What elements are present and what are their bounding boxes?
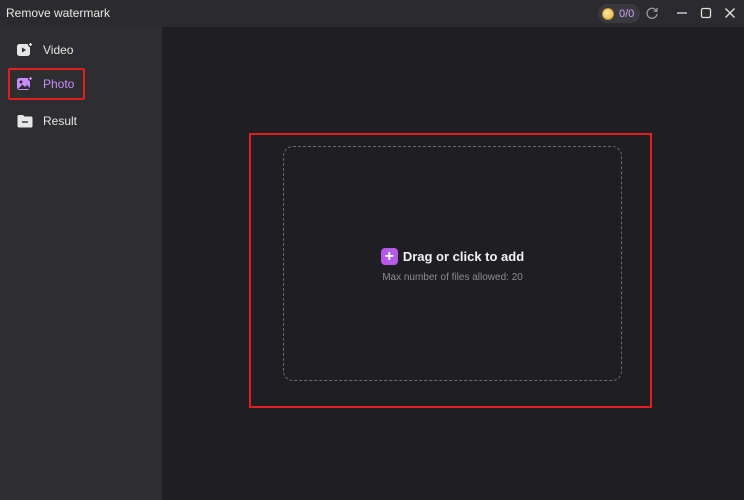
sidebar-item-video[interactable]: Video xyxy=(8,34,85,66)
title-bar: Remove watermark 0/0 xyxy=(0,0,744,27)
credits-badge[interactable]: 0/0 xyxy=(598,4,640,23)
credits-count: 0/0 xyxy=(619,7,635,20)
drop-zone-hint: Max number of files allowed: 20 xyxy=(382,272,523,283)
close-icon[interactable] xyxy=(722,5,738,21)
coin-icon xyxy=(602,7,614,20)
drop-zone-label: Drag or click to add xyxy=(402,249,525,264)
sidebar-item-label: Photo xyxy=(43,77,75,91)
add-files-row[interactable]: + Drag or click to add xyxy=(380,248,525,265)
plus-icon: + xyxy=(380,248,398,265)
drop-zone[interactable]: + Drag or click to add Max number of fil… xyxy=(283,146,622,381)
sidebar-item-photo[interactable]: Photo xyxy=(8,68,85,100)
sidebar-item-result[interactable]: Result xyxy=(8,105,85,137)
minimize-icon[interactable] xyxy=(674,5,690,21)
photo-icon xyxy=(17,75,34,90)
video-icon xyxy=(17,41,34,56)
window-title: Remove watermark xyxy=(6,6,111,20)
main-panel: + Drag or click to add Max number of fil… xyxy=(162,27,744,500)
app-window: Remove watermark 0/0 Video Photo Result … xyxy=(0,0,744,500)
sidebar-item-label: Video xyxy=(43,43,74,57)
refresh-icon[interactable] xyxy=(645,6,659,20)
folder-icon xyxy=(17,115,33,128)
sidebar: Video Photo Result xyxy=(0,27,162,500)
sidebar-item-label: Result xyxy=(43,114,78,128)
maximize-icon[interactable] xyxy=(698,5,714,21)
